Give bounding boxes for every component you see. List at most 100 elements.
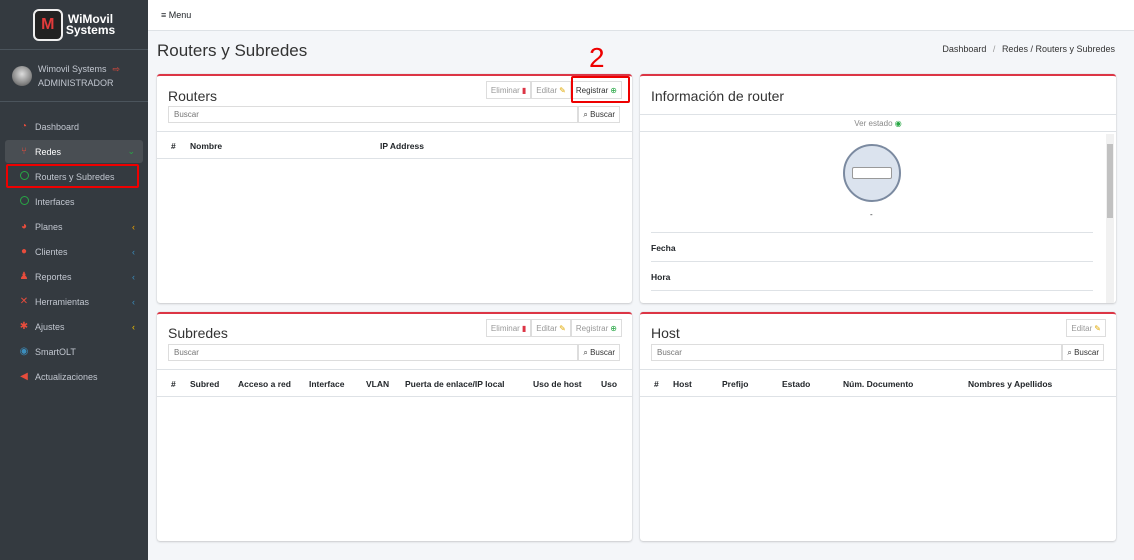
plus-circle-icon: ⊕ (610, 323, 617, 333)
column-header[interactable]: Subred (190, 379, 219, 389)
search-icon: ⌕ (583, 109, 588, 119)
breadcrumb-dashboard[interactable]: Dashboard (942, 44, 986, 54)
topbar: ≡ Menu (148, 0, 1134, 31)
host-search-input[interactable] (651, 344, 1063, 361)
scrollbar-thumb[interactable] (1107, 144, 1113, 218)
subnets-card: Subredes Eliminar▮ Editar✎ Registrar⊕ ⌕ … (157, 312, 632, 541)
user-role: ADMINISTRADOR (38, 77, 114, 88)
subnets-table-header: # Subred Acceso a red Interface VLAN Pue… (157, 369, 632, 397)
column-header[interactable]: Acceso a red (238, 379, 291, 389)
routers-search: ⌕ Buscar (168, 106, 620, 123)
host-card: Host Editar✎ ⌕ Buscar # Host Prefijo Est… (640, 312, 1116, 541)
sidebar-item-smartolt[interactable]: ◉ SmartOLT (5, 340, 143, 363)
hamburger-icon: ≡ (161, 10, 167, 20)
subnets-search: ⌕ Buscar (168, 344, 620, 361)
chevron-left-icon: ‹ (132, 296, 135, 307)
trash-icon: ▮ (521, 85, 527, 95)
scrollbar[interactable] (1106, 134, 1114, 303)
circle-icon (19, 195, 29, 208)
column-header[interactable]: # (171, 379, 176, 389)
highlight-box-1 (6, 164, 139, 188)
sidebar-item-clientes[interactable]: ● Clientes ‹ (5, 240, 143, 263)
dashboard-icon: ◔ (20, 121, 28, 132)
column-header[interactable]: Estado (782, 379, 810, 389)
sidebar-item-ajustes[interactable]: ✱ Ajustes ‹ (5, 315, 143, 338)
menu-toggle[interactable]: ≡ Menu (161, 10, 191, 20)
pie-chart-icon: ◕ (20, 221, 28, 232)
pencil-icon: ✎ (559, 323, 566, 333)
pencil-icon: ✎ (559, 85, 566, 95)
routers-search-input[interactable] (168, 106, 579, 123)
column-header[interactable]: Prefijo (722, 379, 748, 389)
search-icon: ⌕ (1067, 347, 1072, 357)
breadcrumb-separator: / (992, 44, 996, 54)
subnets-title: Subredes (168, 325, 228, 341)
chevron-down-icon: ⌄ (127, 146, 135, 156)
sidebar-item-redes[interactable]: ⑂ Redes ⌄ (5, 140, 143, 163)
router-info-card: Información de router Ver estado ◉ - Fec… (640, 74, 1116, 303)
info-row-fecha: Fecha (651, 232, 1093, 261)
host-search-button[interactable]: ⌕ Buscar (1062, 344, 1104, 361)
brand-line2: Systems (65, 22, 116, 37)
router-info-title: Información de router (651, 88, 785, 104)
column-header[interactable]: Nombres y Apellidos (968, 379, 1052, 389)
user-name[interactable]: Wimovil Systems (38, 64, 107, 74)
search-icon: ⌕ (583, 347, 588, 357)
column-header[interactable]: Host (673, 379, 692, 389)
brand[interactable]: M WiMovil Systems (0, 0, 148, 50)
logo-icon: M (32, 8, 63, 41)
host-title: Host (651, 325, 680, 341)
sidebar: M WiMovil Systems Wimovil Systems ⇨ ADMINI… (0, 0, 148, 560)
column-header[interactable]: Interface (309, 379, 344, 389)
annotation-number-2: 2 (589, 42, 605, 73)
page-title: Routers y Subredes (157, 41, 308, 60)
chevron-left-icon: ‹ (132, 246, 135, 257)
avatar (12, 65, 32, 86)
info-row-hora: Hora (651, 261, 1093, 290)
sidebar-nav: ◔ Dashboard ⑂ Redes ⌄ Routers y Subredes In… (0, 102, 148, 388)
subnets-search-input[interactable] (168, 344, 579, 361)
sidebar-item-actualizaciones[interactable]: ◀ Actualizaciones (5, 365, 143, 388)
host-edit-button[interactable]: Editar ✎ (1066, 319, 1106, 337)
column-header[interactable]: # (654, 379, 659, 389)
pencil-icon: ✎ (1094, 323, 1101, 333)
column-header[interactable]: IP Address (380, 141, 424, 151)
subnets-search-button[interactable]: ⌕ Buscar (578, 344, 620, 361)
subnets-delete-button[interactable]: Eliminar ▮ (485, 319, 532, 337)
routers-search-button[interactable]: ⌕ Buscar (578, 106, 620, 123)
routers-table-header: # Nombre IP Address (157, 131, 632, 159)
column-header[interactable]: Nombre (190, 141, 222, 151)
routers-title: Routers (168, 88, 218, 104)
trash-icon: ▮ (521, 323, 527, 333)
brand-logo: M WiMovil Systems (32, 8, 116, 41)
subnets-register-button[interactable]: Registrar ⊕ (570, 319, 622, 337)
sidebar-item-planes[interactable]: ◕ Planes ‹ (5, 215, 143, 238)
megaphone-icon: ◀ (20, 371, 28, 382)
breadcrumb: Dashboard / Redes / Routers y Subredes (942, 44, 1115, 54)
chevron-left-icon: ‹ (132, 221, 135, 232)
column-header[interactable]: Uso (601, 379, 617, 389)
chevron-left-icon: ‹ (132, 271, 135, 282)
router-status-bar[interactable]: Ver estado ◉ (640, 114, 1116, 132)
router-image (843, 144, 901, 202)
logout-icon[interactable]: ⇨ (113, 64, 121, 74)
column-header[interactable]: Puerta de enlace/IP local (405, 379, 505, 389)
routers-card: Routers Eliminar▮ Editar✎ Registrar⊕ ⌕ B… (157, 74, 632, 303)
report-user-icon: ♟ (19, 271, 29, 282)
sidebar-item-reportes[interactable]: ♟ Reportes ‹ (5, 265, 143, 288)
sidebar-item-herramientas[interactable]: ✕ Herramientas ‹ (5, 290, 143, 313)
chevron-left-icon: ‹ (132, 321, 135, 332)
subnets-toolbar: Eliminar ▮ Editar ✎ Registrar ⊕ (485, 319, 622, 337)
eye-icon: ◉ (894, 119, 902, 128)
column-header[interactable]: VLAN (366, 379, 389, 389)
column-header[interactable]: Uso de host (533, 379, 582, 389)
routers-delete-button[interactable]: Eliminar ▮ (485, 81, 532, 99)
host-search: ⌕ Buscar (651, 344, 1104, 361)
user-panel: Wimovil Systems ⇨ ADMINISTRADOR (0, 50, 148, 102)
sidebar-item-interfaces[interactable]: Interfaces (5, 190, 143, 213)
subnets-edit-button[interactable]: Editar ✎ (531, 319, 571, 337)
column-header[interactable]: # (171, 141, 176, 151)
routers-edit-button[interactable]: Editar ✎ (531, 81, 571, 99)
column-header[interactable]: Núm. Documento (843, 379, 913, 389)
sidebar-item-dashboard[interactable]: ◔ Dashboard (5, 115, 143, 138)
